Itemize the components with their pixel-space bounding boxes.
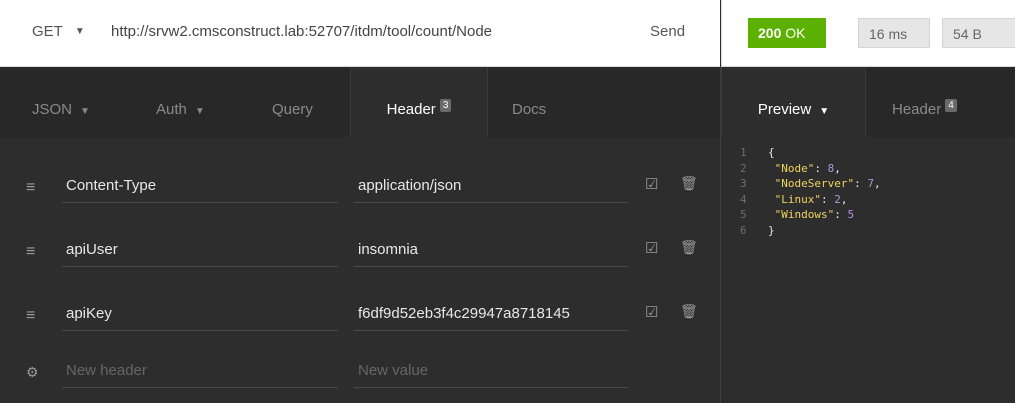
status-code: 200	[758, 25, 782, 41]
tab-header[interactable]: Header 3	[350, 67, 488, 137]
code-line: 2 "Node": 8,	[740, 161, 841, 175]
new-header-value-input[interactable]: New value	[358, 362, 626, 379]
trash-icon[interactable]: 🗑	[680, 239, 698, 256]
input-underline	[354, 266, 628, 267]
response-tabs: Preview ▼ Header 4	[721, 67, 1015, 137]
json-key: "Node"	[774, 161, 815, 175]
header-row: ≡ apiKey f6df9d52eb3f4c29947a8718145 ☑ 🗑	[0, 285, 720, 343]
input-underline	[354, 330, 628, 331]
tab-header-label: Header	[386, 101, 436, 118]
gear-icon: ⚙	[26, 364, 39, 380]
header-name-input[interactable]: apiUser	[66, 241, 338, 258]
brace: }	[768, 223, 775, 237]
tab-docs[interactable]: Docs	[512, 67, 546, 137]
drag-handle-icon[interactable]: ≡	[26, 179, 35, 197]
comma: ,	[834, 161, 841, 175]
line-number: 4	[740, 192, 747, 206]
tab-preview-label: Preview	[757, 101, 812, 118]
header-value-input[interactable]: f6df9d52eb3f4c29947a8718145	[358, 305, 626, 322]
header-row: ≡ apiUser insomnia ☑ 🗑	[0, 221, 720, 279]
checkbox-icon[interactable]: ☑	[645, 239, 658, 257]
tab-auth[interactable]: Auth ▼	[156, 67, 205, 137]
line-number: 3	[740, 177, 747, 190]
tab-preview[interactable]: Preview ▼	[722, 67, 866, 137]
status-badge: 200 OK	[748, 18, 826, 48]
input-underline	[62, 202, 338, 203]
response-header-count-badge: 4	[945, 99, 957, 112]
header-value-input[interactable]: application/json	[358, 177, 626, 194]
input-underline	[62, 266, 338, 267]
input-underline	[62, 387, 338, 388]
response-time: 16 ms	[858, 18, 930, 48]
method-label: GET	[32, 23, 63, 40]
header-name-input[interactable]: apiKey	[66, 305, 338, 322]
json-key: "Windows"	[774, 208, 835, 221]
header-row: ≡ Content-Type application/json ☑ 🗑	[0, 157, 720, 215]
json-value: 2	[834, 192, 841, 206]
tab-query[interactable]: Query	[272, 67, 313, 137]
trash-icon[interactable]: 🗑	[680, 175, 698, 192]
json-value: 7	[867, 177, 874, 190]
line-number: 6	[740, 223, 747, 237]
header-name-input[interactable]: Content-Type	[66, 177, 338, 194]
tab-query-label: Query	[272, 101, 313, 118]
json-preview: 1{ 2 "Node": 8, 3 "NodeServer": 7, 4 "Li…	[740, 145, 881, 238]
send-button[interactable]: Send	[650, 23, 685, 40]
json-key: "Linux"	[774, 192, 821, 206]
header-count-badge: 3	[439, 99, 452, 112]
code-line: 5 "Windows": 5	[740, 208, 855, 221]
caret-down-icon: ▼	[194, 106, 205, 117]
tab-auth-label: Auth	[156, 101, 187, 118]
tab-json[interactable]: JSON ▼	[32, 67, 90, 137]
method-dropdown[interactable]: GET ▼	[32, 23, 85, 40]
code-line: 1{	[740, 145, 881, 161]
code-line: 4 "Linux": 2,	[740, 192, 848, 206]
new-header-name-input[interactable]: New header	[66, 362, 338, 379]
comma: ,	[840, 192, 848, 206]
caret-down-icon: ▼	[74, 26, 85, 37]
tab-json-label: JSON	[32, 101, 73, 118]
comma: ,	[873, 177, 881, 190]
trash-icon[interactable]: 🗑	[680, 303, 698, 320]
input-underline	[62, 330, 338, 331]
caret-down-icon: ▼	[819, 106, 830, 117]
json-value: 5	[847, 208, 855, 221]
line-number: 1	[740, 146, 747, 159]
url-input[interactable]: http://srvw2.cmsconstruct.lab:52707/itdm…	[111, 23, 492, 40]
json-key: "NodeServer"	[774, 177, 855, 190]
new-header-row: ⚙ New header New value	[0, 342, 720, 400]
line-number: 2	[740, 161, 747, 175]
tab-response-header[interactable]: Header 4	[892, 67, 957, 137]
tab-response-header-label: Header	[892, 101, 942, 118]
input-underline	[354, 387, 628, 388]
header-value-input[interactable]: insomnia	[358, 241, 626, 258]
code-line: 3 "NodeServer": 7,	[740, 177, 881, 190]
request-tabs: JSON ▼ Auth ▼ Query Header 3 Docs	[0, 67, 720, 137]
caret-down-icon: ▼	[80, 106, 90, 117]
checkbox-icon[interactable]: ☑	[645, 175, 658, 193]
response-status-bar: 200 OK 16 ms 54 B	[721, 0, 1015, 67]
drag-handle-icon[interactable]: ≡	[26, 243, 35, 261]
tab-docs-label: Docs	[512, 101, 547, 118]
checkbox-icon[interactable]: ☑	[645, 303, 658, 321]
code-line: 6}	[740, 223, 881, 239]
brace: {	[768, 146, 775, 159]
input-underline	[354, 202, 628, 203]
pane-divider[interactable]	[720, 67, 721, 403]
line-number: 5	[740, 208, 747, 221]
status-text: OK	[785, 25, 806, 41]
response-size: 54 B	[942, 18, 1015, 48]
drag-handle-icon[interactable]: ≡	[26, 307, 35, 325]
url-bar: GET ▼ http://srvw2.cmsconstruct.lab:5270…	[0, 0, 720, 67]
